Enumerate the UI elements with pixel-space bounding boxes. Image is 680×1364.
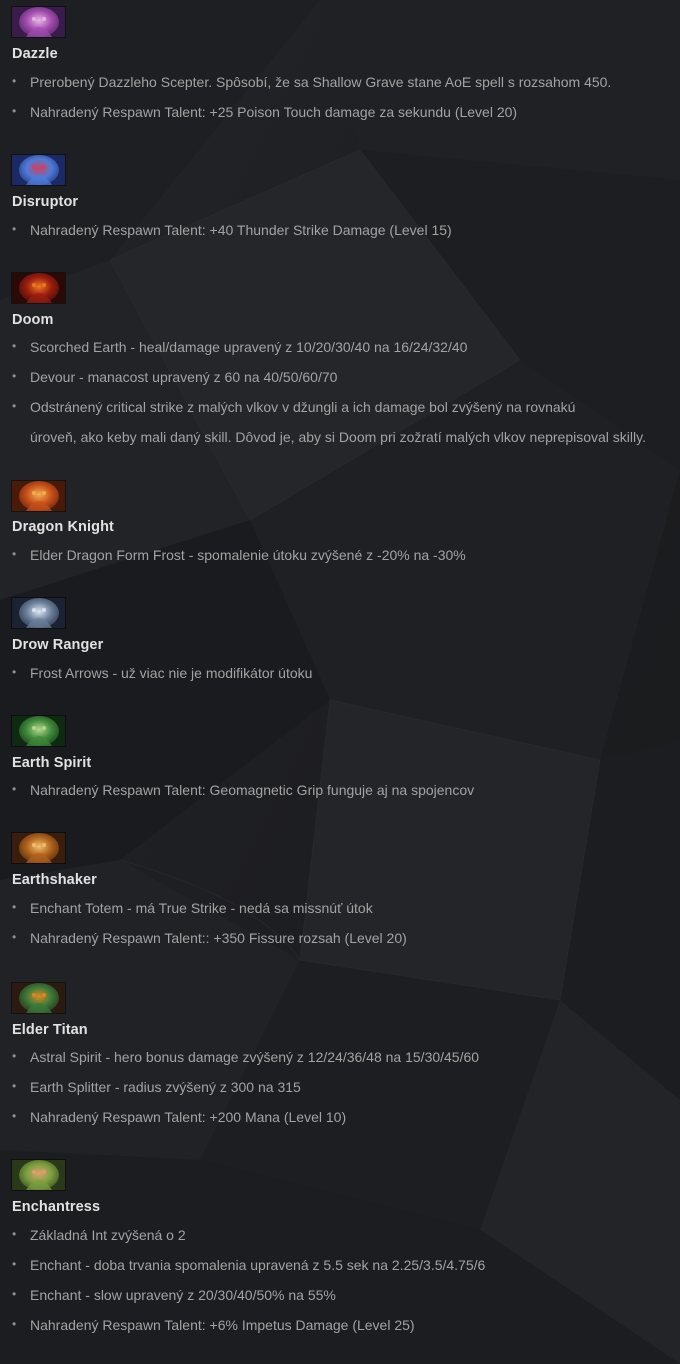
- bullet-icon: •: [12, 1317, 17, 1331]
- bullet-icon: •: [12, 1227, 17, 1241]
- change-text: Devour - manacost upravený z 60 na 40/50…: [30, 369, 338, 385]
- bullet-icon: •: [12, 104, 17, 118]
- hero-name: Dragon Knight: [12, 519, 114, 535]
- hero-name: Dazzle: [12, 46, 58, 62]
- hero-name: Doom: [12, 312, 54, 328]
- elder-titan-portrait-icon: [12, 983, 65, 1013]
- hero-name: Drow Ranger: [12, 637, 104, 653]
- drow-ranger-portrait-icon: [12, 598, 65, 628]
- bullet-icon: •: [12, 339, 17, 353]
- change-text: Elder Dragon Form Frost - spomalenie úto…: [30, 547, 466, 563]
- bullet-icon: •: [12, 1079, 17, 1093]
- doom-portrait-icon: [12, 273, 65, 303]
- bullet-icon: •: [12, 369, 17, 383]
- bullet-icon: •: [12, 1109, 17, 1123]
- earth-spirit-portrait-icon: [12, 716, 65, 746]
- bullet-icon: •: [12, 1049, 17, 1063]
- change-text: Scorched Earth - heal/damage upravený z …: [30, 339, 468, 355]
- bullet-icon: •: [12, 399, 17, 413]
- background-facets: [0, 0, 680, 1364]
- change-text: Nahradený Respawn Talent: +6% Impetus Da…: [30, 1317, 415, 1333]
- change-text: Nahradený Respawn Talent: +40 Thunder St…: [30, 222, 452, 238]
- earthshaker-portrait-icon: [12, 833, 65, 863]
- change-text: Nahradený Respawn Talent: +200 Mana (Lev…: [30, 1109, 347, 1125]
- dragon-knight-portrait-icon: [12, 481, 65, 511]
- change-text: Nahradený Respawn Talent: Geomagnetic Gr…: [30, 782, 475, 798]
- change-text: Prerobený Dazzleho Scepter. Spôsobí, že …: [30, 74, 612, 90]
- bullet-icon: •: [12, 930, 17, 944]
- bullet-icon: •: [12, 1287, 17, 1301]
- change-text: Astral Spirit - hero bonus damage zvýšen…: [30, 1049, 480, 1065]
- change-text: Earth Splitter - radius zvýšený z 300 na…: [30, 1079, 301, 1095]
- change-text: Enchant - slow upravený z 20/30/40/50% n…: [30, 1287, 336, 1303]
- change-text: Základná Int zvýšená o 2: [30, 1227, 186, 1243]
- enchantress-portrait-icon: [12, 1160, 65, 1190]
- hero-name: Disruptor: [12, 194, 79, 210]
- bullet-icon: •: [12, 900, 17, 914]
- hero-name: Earthshaker: [12, 872, 97, 888]
- hero-name: Enchantress: [12, 1199, 101, 1215]
- bullet-icon: •: [12, 74, 17, 88]
- hero-name: Elder Titan: [12, 1022, 88, 1038]
- bullet-icon: •: [12, 665, 17, 679]
- bullet-icon: •: [12, 782, 17, 796]
- change-text: Enchant - doba trvania spomalenia uprave…: [30, 1257, 486, 1273]
- bullet-icon: •: [12, 547, 17, 561]
- bullet-icon: •: [12, 222, 17, 236]
- change-text: Odstránený critical strike z malých vlko…: [30, 399, 576, 415]
- change-text-continued: úroveň, ako keby mali daný skill. Dôvod …: [30, 429, 646, 445]
- dazzle-portrait-icon: [12, 7, 65, 37]
- change-text: Enchant Totem - má True Strike - nedá sa…: [30, 900, 373, 916]
- change-text: Nahradený Respawn Talent: +25 Poison Tou…: [30, 104, 518, 120]
- change-text: Nahradený Respawn Talent:: +350 Fissure …: [30, 930, 407, 946]
- hero-name: Earth Spirit: [12, 755, 92, 771]
- disruptor-portrait-icon: [12, 155, 65, 185]
- change-text: Frost Arrows - už viac nie je modifikáto…: [30, 665, 313, 681]
- bullet-icon: •: [12, 1257, 17, 1271]
